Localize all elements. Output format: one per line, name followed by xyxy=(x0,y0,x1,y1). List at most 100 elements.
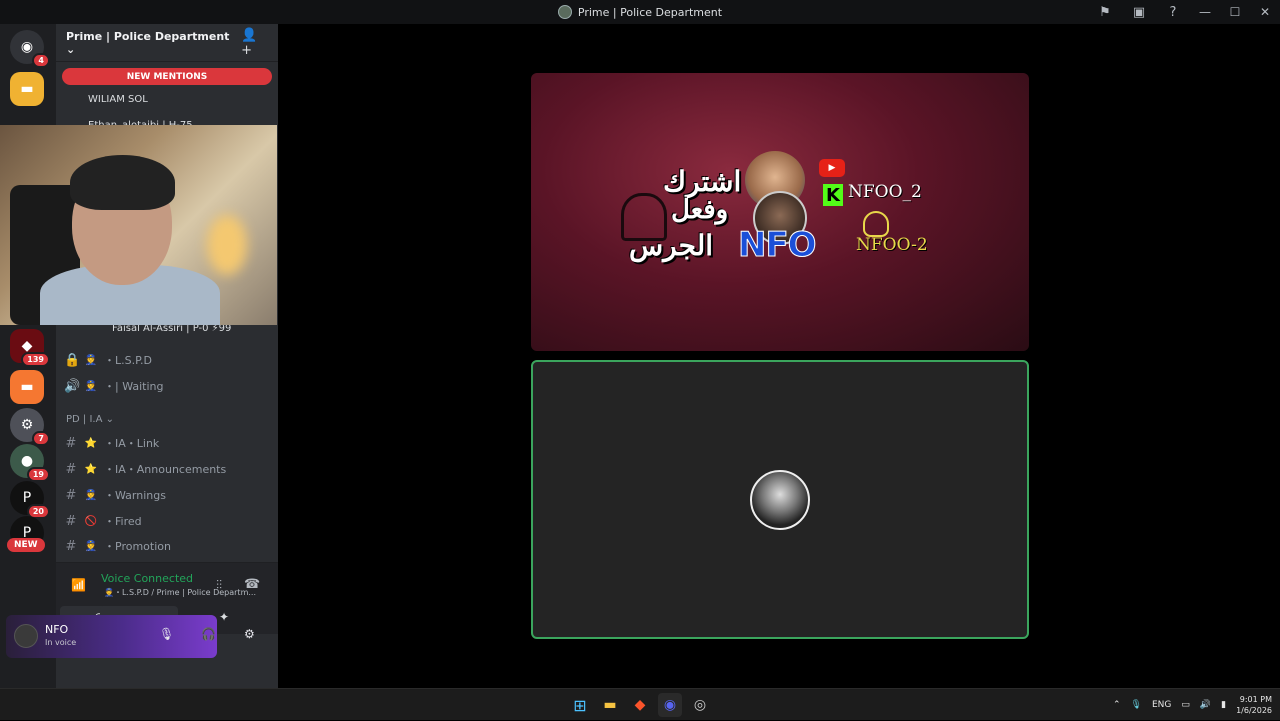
help-icon[interactable]: ? xyxy=(1156,0,1190,24)
file-explorer-icon[interactable]: ▬ xyxy=(598,693,622,717)
channel-ia-announcements[interactable]: # ⭐ ・IA・Announcements xyxy=(64,458,270,480)
server-header[interactable]: Prime | Police Department ⌄ 👤+ xyxy=(56,24,278,62)
channel-fired[interactable]: # 🚫 ・Fired xyxy=(64,510,270,532)
noise-suppression-icon[interactable]: ⫶⫶ xyxy=(216,578,222,593)
webcam-lamp xyxy=(207,215,247,275)
arabic-subscribe-text: اشترك xyxy=(663,165,742,198)
folder-orange-icon[interactable]: ▬ xyxy=(10,370,44,404)
channel-label: ・Fired xyxy=(104,515,142,528)
channel-label: ・IA・Announcements xyxy=(104,463,227,476)
webcam-preview xyxy=(0,125,277,325)
category-pd-ia[interactable]: PD | I.A ⌄ xyxy=(66,414,114,425)
star-emoji-icon: ⭐ xyxy=(84,463,98,475)
language-indicator[interactable]: ENG xyxy=(1152,700,1171,710)
maximize-button[interactable]: ☐ xyxy=(1220,0,1250,24)
chevron-down-icon: ⌄ xyxy=(105,414,115,425)
window-titlebar: Prime | Police Department ⚑ ▣ ? — ☐ ✕ xyxy=(0,0,1280,24)
clock-time: 9:01 PM xyxy=(1239,695,1272,704)
nfo-logo: NFO xyxy=(738,225,818,266)
kick-handle: NFOO_2 xyxy=(848,182,922,202)
server-badge-7: 7 xyxy=(32,431,50,446)
prohibited-emoji-icon: 🚫 xyxy=(84,515,98,527)
user-panel: NFO In voice 🎙 🎧 ⚙ xyxy=(6,615,255,658)
gear-icon[interactable]: ⚙ xyxy=(244,627,255,641)
app-taskbar-icon[interactable]: ◎ xyxy=(688,693,712,717)
new-server-pill[interactable]: NEW xyxy=(7,538,45,552)
hash-icon: # xyxy=(65,461,77,477)
voice-user[interactable]: WILIAM SOL xyxy=(88,94,148,105)
microphone-icon[interactable]: 🎙 xyxy=(159,627,174,641)
channel-label: ・Warnings xyxy=(104,489,166,502)
window-title-text: Prime | Police Department xyxy=(577,5,723,19)
server-icon-p1[interactable]: P 20 xyxy=(10,481,50,519)
battery-icon[interactable]: ▮ xyxy=(1221,700,1226,710)
folder-icon[interactable]: ▬ xyxy=(10,72,44,106)
channel-label: ・Promotion xyxy=(104,540,171,553)
server-mini-icon xyxy=(557,5,572,19)
channel-ia-link[interactable]: # ⭐ ・IA・Link xyxy=(64,432,270,454)
disconnect-icon[interactable]: ☎ xyxy=(244,577,260,592)
arabic-activate-text: وفعل xyxy=(671,195,729,225)
channel-lspd[interactable]: 🔒 👮 ・L.S.P.D xyxy=(64,349,270,371)
snapchat-icon xyxy=(863,211,889,237)
kick-icon: K xyxy=(823,184,843,206)
police-emoji-icon: 👮 xyxy=(84,380,98,392)
server-icon-gear[interactable]: ⚙ 7 xyxy=(10,408,50,446)
activities-icon: ✦ xyxy=(218,610,230,624)
server-name: Prime | Police Department ⌄ xyxy=(66,29,230,56)
chevron-up-icon[interactable]: ⌃ xyxy=(1113,700,1121,710)
window-title: Prime | Police Department xyxy=(557,5,723,19)
bell-icon xyxy=(621,193,667,241)
minimize-button[interactable]: — xyxy=(1190,0,1220,24)
server-list: ◉ 4 ▬ ◆ 139 ▬ ⚙ 7 ● 19 P 20 P NEW xyxy=(0,24,56,688)
hash-icon: # xyxy=(65,487,77,503)
windows-start-icon[interactable]: ⊞ xyxy=(568,693,592,717)
server-icon-red[interactable]: ◆ 139 xyxy=(10,329,50,367)
new-mentions-banner[interactable]: NEW MENTIONS xyxy=(62,68,272,85)
channel-sidebar: Prime | Police Department ⌄ 👤+ NEW MENTI… xyxy=(56,24,278,688)
police-emoji-icon: 👮 xyxy=(84,540,98,552)
hash-icon: # xyxy=(65,538,77,554)
signal-icon[interactable]: 📶 xyxy=(71,578,86,592)
server-icon-avatar[interactable]: ● 19 xyxy=(10,444,50,482)
hash-icon: # xyxy=(65,435,77,451)
speaker-icon: 🔊 xyxy=(64,378,81,394)
channel-waiting[interactable]: 🔊 👮 ・| Waiting xyxy=(64,375,270,397)
microphone-tray-icon[interactable]: 🎙 xyxy=(1131,700,1142,710)
police-emoji-icon: 👮 xyxy=(84,489,98,501)
volume-icon[interactable]: 🔊 xyxy=(1200,700,1211,710)
voice-stage: اشترك وفعل الجرس NFO ▶ K NFOO_2 NFOO-2 xyxy=(278,24,1280,688)
inbox-icon[interactable]: ▣ xyxy=(1122,0,1156,24)
channel-label: ・| Waiting xyxy=(104,380,164,393)
add-member-icon[interactable]: 👤+ xyxy=(241,28,268,58)
stream-tile[interactable]: اشترك وفعل الجرس NFO ▶ K NFOO_2 NFOO-2 xyxy=(531,73,1029,351)
participant-tile[interactable] xyxy=(531,360,1029,639)
server-badge-139: 139 xyxy=(21,352,50,367)
clock-date: 1/6/2026 xyxy=(1236,706,1272,715)
network-icon[interactable]: ▭ xyxy=(1181,700,1190,710)
close-button[interactable]: ✕ xyxy=(1250,0,1280,24)
home-badge: 4 xyxy=(32,53,50,68)
headphones-icon[interactable]: 🎧 xyxy=(201,627,216,641)
discord-home-icon[interactable]: ◉ 4 xyxy=(10,30,50,68)
star-emoji-icon: ⭐ xyxy=(84,437,98,449)
voice-location[interactable]: 👮・L.S.P.D / Prime | Police Departm... xyxy=(104,587,256,598)
snapchat-handle: NFOO-2 xyxy=(856,235,928,255)
hash-icon: # xyxy=(65,513,77,529)
brave-browser-icon[interactable]: ◆ xyxy=(628,693,652,717)
police-emoji-icon: 👮 xyxy=(84,354,98,366)
discord-taskbar-icon[interactable]: ◉ xyxy=(658,693,682,717)
server-badge-19: 19 xyxy=(26,467,50,482)
avatar[interactable] xyxy=(14,624,38,648)
channel-promotion[interactable]: # 👮 ・Promotion xyxy=(64,535,270,557)
voice-connected-status[interactable]: Voice Connected xyxy=(101,572,193,585)
clock[interactable]: 9:01 PM 1/6/2026 xyxy=(1236,694,1272,716)
username[interactable]: NFO xyxy=(45,623,68,636)
flag-icon[interactable]: ⚑ xyxy=(1088,0,1122,24)
youtube-icon: ▶ xyxy=(819,159,845,177)
participant-avatar xyxy=(750,470,810,530)
webcam-person-hair xyxy=(70,155,175,210)
channel-label: ・L.S.P.D xyxy=(104,354,152,367)
channel-warnings[interactable]: # 👮 ・Warnings xyxy=(64,484,270,506)
chevron-down-icon: ⌄ xyxy=(66,42,76,56)
